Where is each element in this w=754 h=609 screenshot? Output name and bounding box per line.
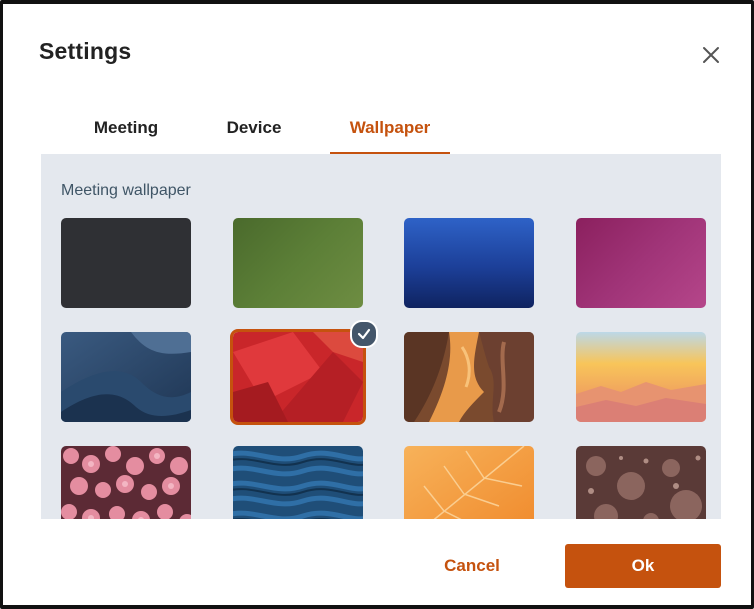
wallpaper-tile-blue[interactable]: [404, 218, 534, 308]
wallpaper-tile-green[interactable]: [233, 218, 363, 308]
selected-check-badge: [350, 320, 378, 348]
ok-button[interactable]: Ok: [565, 544, 721, 588]
checkmark-icon: [357, 328, 371, 340]
section-label: Meeting wallpaper: [61, 182, 191, 199]
settings-tabs: Meeting Device Wallpaper: [43, 102, 723, 155]
close-icon: [703, 47, 719, 63]
close-button[interactable]: [697, 41, 725, 69]
tab-device[interactable]: Device: [211, 102, 297, 154]
tab-meeting[interactable]: Meeting: [83, 102, 169, 154]
wallpaper-tile-red-abstract[interactable]: [230, 329, 366, 425]
settings-dialog: Settings Meeting Device Wallpaper Meetin…: [0, 0, 754, 609]
tab-wallpaper[interactable]: Wallpaper: [330, 102, 450, 155]
dialog-title: Settings: [39, 38, 132, 64]
wallpaper-tile-orange-leaf[interactable]: [404, 446, 534, 519]
wallpaper-tile-bokeh-brown[interactable]: [576, 446, 706, 519]
cancel-button[interactable]: Cancel: [415, 544, 529, 588]
wallpaper-tile-blue-dunes[interactable]: [61, 332, 191, 422]
wallpaper-tile-canyon[interactable]: [404, 332, 534, 422]
wallpaper-tile-pink-flowers[interactable]: [61, 446, 191, 519]
wallpaper-panel: Meeting wallpaper: [41, 154, 721, 519]
wallpaper-tile-blue-sand-ripples[interactable]: [233, 446, 363, 519]
wallpaper-tile-magenta[interactable]: [576, 218, 706, 308]
wallpaper-tile-sunset-mountains[interactable]: [576, 332, 706, 422]
wallpaper-tile-dark[interactable]: [61, 218, 191, 308]
